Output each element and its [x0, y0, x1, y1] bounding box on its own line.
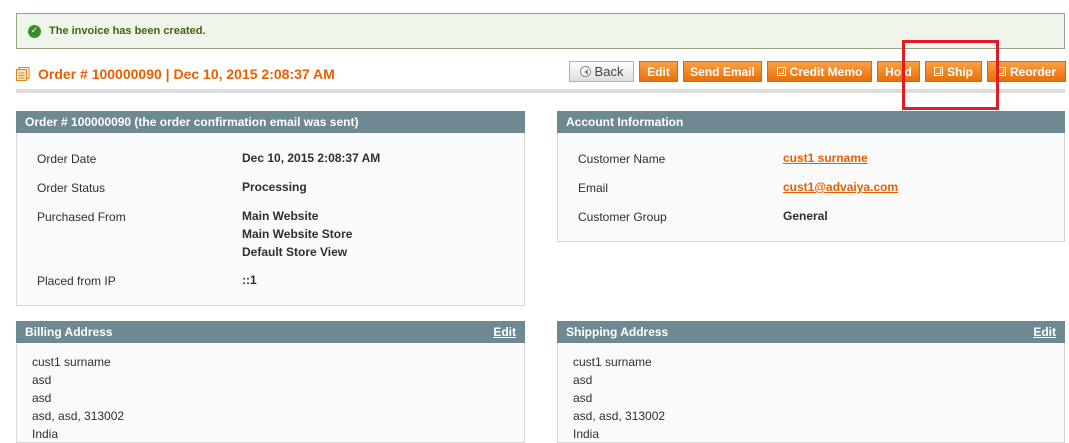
- placed-ip-value: ::1: [242, 273, 257, 287]
- back-arrow-icon: [579, 66, 591, 77]
- billing-line: asd: [32, 373, 52, 387]
- order-document-icon: [16, 67, 30, 81]
- credit-memo-icon: [776, 67, 786, 76]
- back-button[interactable]: Back: [569, 61, 634, 82]
- billing-line: cust1 surname: [32, 355, 111, 369]
- billing-panel-body: cust1 surname asd asd asd, asd, 313002 I…: [16, 343, 525, 443]
- send-email-button[interactable]: Send Email: [683, 61, 762, 82]
- shipping-line: asd: [573, 391, 593, 405]
- shipping-line: asd: [573, 373, 593, 387]
- placed-ip-label: Placed from IP: [37, 274, 116, 288]
- account-panel-body: Customer Name cust1 surname Email cust1@…: [557, 133, 1065, 242]
- success-message-text: The invoice has been created.: [49, 25, 206, 37]
- hold-button[interactable]: Hold: [877, 61, 920, 82]
- shipping-line: asd, asd, 313002: [573, 409, 666, 423]
- account-panel-header: Account Information: [557, 111, 1065, 133]
- credit-memo-button[interactable]: Credit Memo: [767, 61, 872, 82]
- customer-name-label: Customer Name: [578, 152, 666, 166]
- header-divider: [16, 89, 1065, 93]
- reorder-button-label: Reorder: [1009, 64, 1056, 79]
- billing-panel-header: Billing Address Edit: [16, 321, 525, 343]
- shipping-line: cust1 surname: [573, 355, 652, 369]
- credit-memo-button-label: Credit Memo: [789, 64, 863, 79]
- billing-line: asd, asd, 313002: [32, 409, 125, 423]
- edit-button-label: Edit: [647, 64, 670, 79]
- purchased-from-store: Main Website Store: [242, 227, 353, 241]
- order-date-label: Order Date: [37, 152, 97, 166]
- order-panel-title: Order # 100000090 (the order confirmatio…: [25, 115, 359, 129]
- ship-button-label: Ship: [947, 64, 973, 79]
- shipping-line: India: [573, 427, 600, 441]
- order-date-value: Dec 10, 2015 2:08:37 AM: [242, 151, 381, 165]
- billing-line: India: [32, 427, 59, 441]
- customer-name-link[interactable]: cust1 surname: [783, 151, 868, 165]
- order-status-label: Order Status: [37, 181, 106, 195]
- ship-icon: [934, 67, 943, 76]
- back-button-label: Back: [594, 64, 624, 79]
- order-panel-body: Order Date Dec 10, 2015 2:08:37 AM Order…: [16, 133, 525, 306]
- edit-button[interactable]: Edit: [639, 61, 678, 82]
- page-header: Order # 100000090 | Dec 10, 2015 2:08:37…: [16, 66, 335, 82]
- shipping-panel-body: cust1 surname asd asd asd, asd, 313002 I…: [557, 343, 1065, 443]
- shipping-edit-link[interactable]: Edit: [1033, 325, 1056, 339]
- purchased-from-view: Default Store View: [242, 245, 348, 259]
- hold-button-label: Hold: [885, 64, 912, 79]
- ship-button[interactable]: Ship: [925, 61, 982, 82]
- shipping-panel-header: Shipping Address Edit: [557, 321, 1065, 343]
- order-status-value: Processing: [242, 180, 307, 194]
- email-label: Email: [578, 181, 609, 195]
- customer-email-link[interactable]: cust1@advaiya.com: [783, 180, 898, 194]
- customer-group-label: Customer Group: [578, 210, 667, 224]
- check-circle-icon: ✓: [28, 24, 41, 38]
- account-panel-title: Account Information: [566, 115, 684, 129]
- billing-panel-title: Billing Address: [25, 325, 113, 339]
- reorder-button[interactable]: Reorder: [987, 61, 1066, 82]
- purchased-from-website: Main Website: [242, 209, 319, 223]
- purchased-from-label: Purchased From: [37, 210, 126, 224]
- send-email-button-label: Send Email: [690, 64, 755, 79]
- order-panel-header: Order # 100000090 (the order confirmatio…: [16, 111, 525, 133]
- billing-line: asd: [32, 391, 52, 405]
- reorder-icon: [996, 67, 1006, 76]
- shipping-panel-title: Shipping Address: [566, 325, 669, 339]
- billing-edit-link[interactable]: Edit: [493, 325, 516, 339]
- success-message: ✓ The invoice has been created.: [16, 13, 1065, 49]
- page-title: Order # 100000090 | Dec 10, 2015 2:08:37…: [38, 66, 335, 82]
- customer-group-value: General: [783, 209, 828, 223]
